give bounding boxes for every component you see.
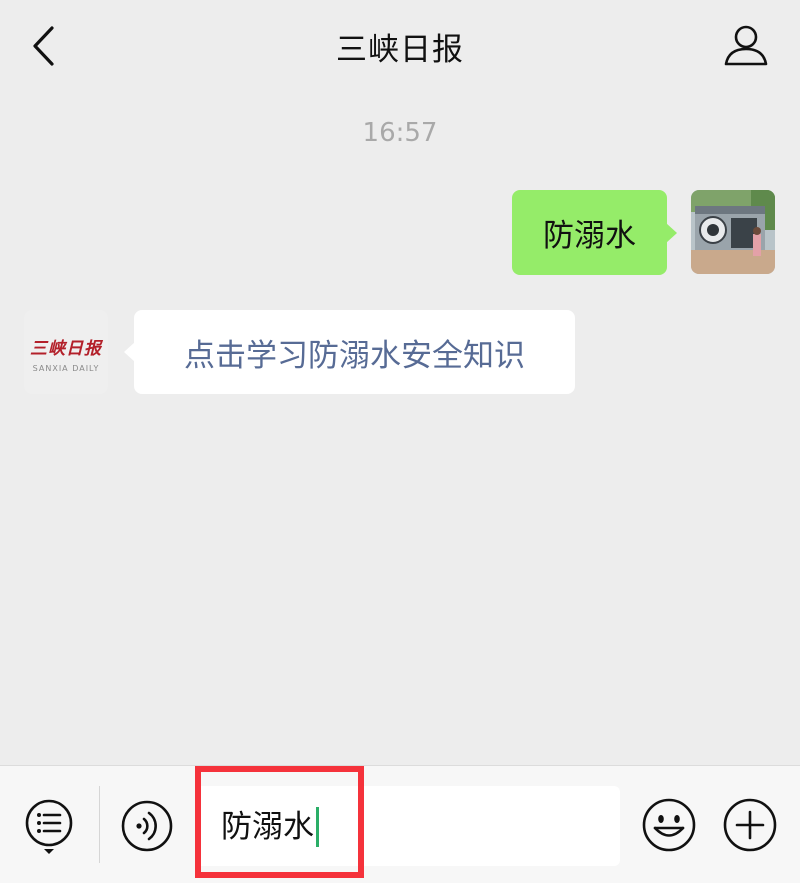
profile-button[interactable] bbox=[722, 22, 770, 70]
message-input-text[interactable]: 防溺水 bbox=[221, 807, 319, 847]
plus-icon bbox=[723, 798, 777, 852]
brand-logo-text: 三峡日报 bbox=[30, 339, 102, 359]
text-caret bbox=[316, 807, 319, 847]
emoji-icon bbox=[642, 798, 696, 852]
outgoing-bubble[interactable]: 防溺水 bbox=[512, 190, 677, 275]
message-input[interactable]: 防溺水 bbox=[195, 786, 620, 866]
emoji-button[interactable] bbox=[641, 797, 697, 853]
menu-button[interactable] bbox=[24, 798, 74, 856]
voice-icon bbox=[121, 800, 173, 852]
outgoing-message: 防溺水 bbox=[512, 190, 775, 275]
message-timestamp: 16:57 bbox=[362, 118, 438, 148]
user-avatar-image bbox=[691, 190, 775, 274]
chat-title: 三峡日报 bbox=[336, 32, 464, 68]
brand-logo-subtext: SANXIA DAILY bbox=[32, 364, 100, 373]
message-input-value: 防溺水 bbox=[221, 809, 314, 845]
incoming-link-bubble[interactable]: 点击学习防溺水安全知识 bbox=[124, 310, 575, 394]
input-bar: 防溺水 bbox=[0, 765, 800, 883]
user-avatar[interactable] bbox=[691, 190, 775, 274]
incoming-message: 三峡日报 SANXIA DAILY 点击学习防溺水安全知识 bbox=[24, 310, 575, 395]
voice-button[interactable] bbox=[120, 799, 174, 853]
person-icon bbox=[724, 25, 768, 66]
menu-list-icon bbox=[25, 799, 73, 854]
bar-divider bbox=[99, 786, 100, 863]
more-button[interactable] bbox=[722, 797, 778, 853]
nav-bar: 三峡日报 bbox=[0, 0, 800, 92]
brand-avatar[interactable]: 三峡日报 SANXIA DAILY bbox=[24, 310, 108, 394]
